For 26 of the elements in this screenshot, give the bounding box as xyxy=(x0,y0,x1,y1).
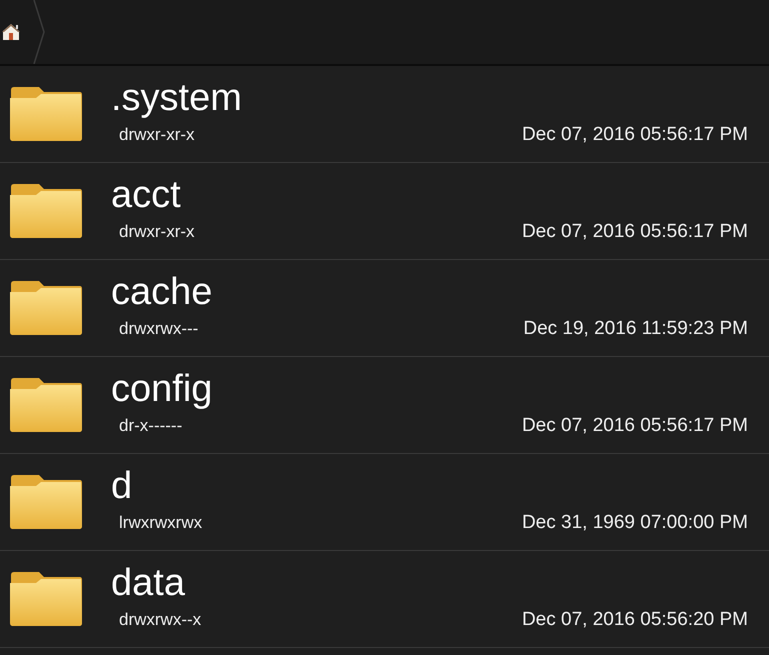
folder-name[interactable]: cache xyxy=(111,270,748,314)
folder-name[interactable]: d xyxy=(111,464,748,508)
folder-icon xyxy=(9,183,83,239)
folder-icon xyxy=(9,377,83,433)
permissions-text: drwxrwx--x xyxy=(119,610,202,630)
house-icon[interactable] xyxy=(1,22,21,42)
folder-icon xyxy=(9,571,83,627)
modified-date: Dec 07, 2016 05:56:17 PM xyxy=(522,124,748,146)
modified-date: Dec 07, 2016 05:56:17 PM xyxy=(522,221,748,243)
folder-icon xyxy=(9,86,83,142)
permissions-text: lrwxrwxrwx xyxy=(119,513,202,533)
permissions-text: dr-x------ xyxy=(119,416,182,436)
permissions-text: drwxr-xr-x xyxy=(119,222,195,242)
permissions-text: drwxr-xr-x xyxy=(119,125,195,145)
folder-icon xyxy=(9,280,83,336)
folder-name[interactable]: data xyxy=(111,561,748,605)
chevron-icon xyxy=(33,0,45,64)
permissions-text: drwxrwx--- xyxy=(119,319,198,339)
modified-date: Dec 31, 1969 07:00:00 PM xyxy=(522,512,748,534)
modified-date: Dec 07, 2016 05:56:20 PM xyxy=(522,609,748,631)
modified-date: Dec 07, 2016 05:56:17 PM xyxy=(522,415,748,437)
folder-name[interactable]: acct xyxy=(111,173,748,217)
folder-name[interactable]: config xyxy=(111,367,748,411)
folder-name[interactable]: .system xyxy=(111,76,748,120)
modified-date: Dec 19, 2016 11:59:23 PM xyxy=(523,318,748,340)
folder-icon xyxy=(9,474,83,530)
